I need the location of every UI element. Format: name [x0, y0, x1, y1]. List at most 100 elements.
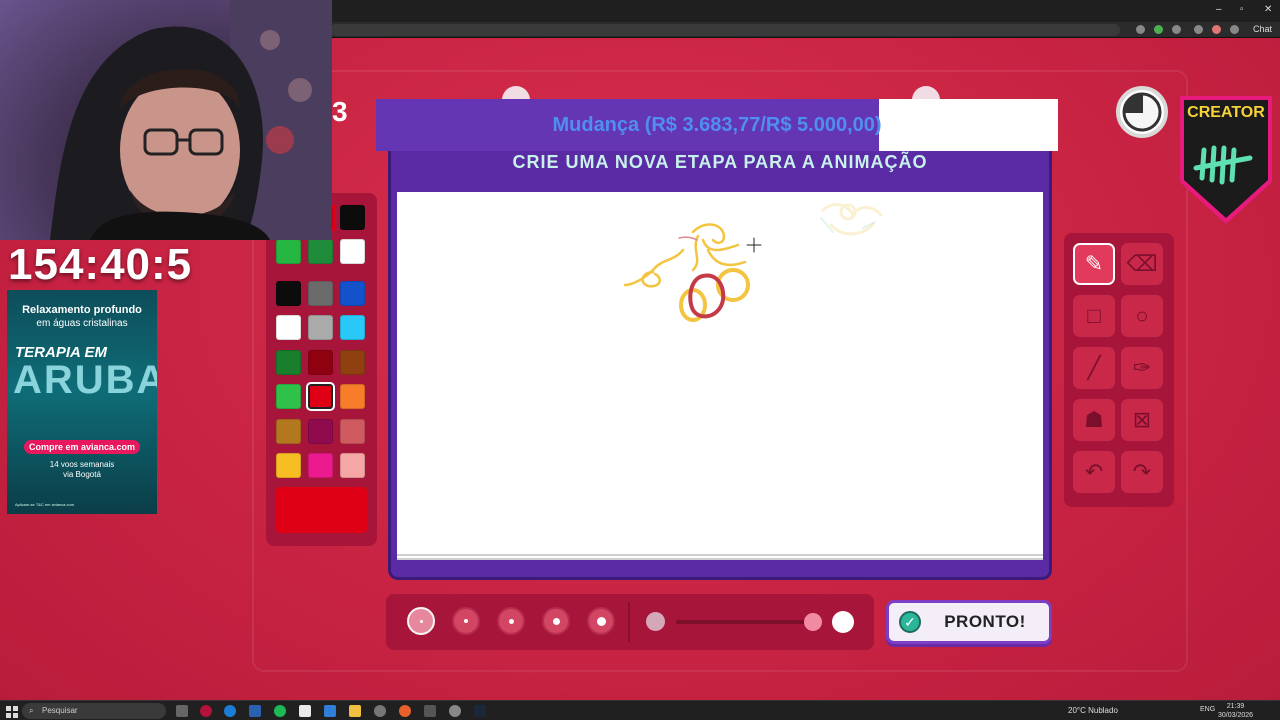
ad-fine-print: Aplicam-se T&C em avianca.com	[15, 502, 75, 507]
player-number: 3	[332, 96, 348, 127]
color-swatch[interactable]	[276, 280, 301, 306]
current-color-preview	[276, 487, 367, 533]
ready-button[interactable]: ✓ PRONTO!	[886, 600, 1052, 644]
tools-panel: ✎ ⌫ □ ○ ╱ ✑ ☗ ⊠ ↶ ↷	[1064, 233, 1174, 507]
brush-dot-icon	[464, 619, 468, 623]
round-timer-icon	[1116, 86, 1168, 138]
minimize-button[interactable]: –	[1216, 4, 1222, 15]
refresh-icon[interactable]	[1172, 25, 1181, 34]
language-indicator[interactable]: ENG	[1200, 706, 1215, 713]
undo-icon: ↶	[1084, 459, 1104, 484]
opacity-max-icon	[832, 611, 854, 633]
ad-cta-button[interactable]: Compre em avianca.com	[24, 440, 140, 454]
rectangle-tool[interactable]: □	[1073, 295, 1115, 337]
extension-icon[interactable]	[1154, 25, 1163, 34]
color-swatch[interactable]	[308, 453, 333, 478]
folder-icon[interactable]	[349, 705, 361, 717]
ad-banner[interactable]: Relaxamento profundo em águas cristalina…	[7, 290, 157, 514]
opacity-slider-handle[interactable]	[804, 613, 822, 631]
color-swatch[interactable]	[276, 315, 301, 340]
brush-size-l[interactable]	[542, 607, 570, 635]
bookmark-icon[interactable]	[1194, 25, 1203, 34]
clock-date: 30/03/2026	[1218, 712, 1254, 719]
address-bar[interactable]	[330, 24, 1120, 36]
weather-widget[interactable]: 20°C Nublado	[1068, 706, 1118, 715]
line-tool[interactable]: ╱	[1073, 347, 1115, 389]
redo-tool[interactable]: ↷	[1121, 451, 1163, 493]
app-icon-2[interactable]	[449, 705, 461, 717]
webcam-feed	[0, 0, 332, 240]
ad-subhead: em águas cristalinas	[36, 318, 128, 329]
color-swatch[interactable]	[276, 418, 301, 444]
ad-title-line-2: ARUBA	[13, 358, 157, 402]
search-icon: ⌕	[29, 706, 34, 715]
color-swatch[interactable]	[340, 349, 365, 375]
steam-icon[interactable]	[474, 705, 486, 717]
color-swatch[interactable]	[340, 453, 365, 478]
windows-start-icon[interactable]	[6, 705, 18, 718]
drawing-canvas[interactable]	[397, 192, 1043, 560]
color-swatch[interactable]	[308, 349, 333, 375]
eyedropper-icon: ✑	[1132, 355, 1152, 380]
color-swatch[interactable]	[308, 280, 333, 306]
menu-icon[interactable]	[1230, 25, 1239, 34]
chat-button[interactable]: Chat	[1253, 24, 1272, 34]
opacity-slider[interactable]	[676, 620, 816, 624]
brush-size-xl[interactable]	[587, 607, 615, 635]
app-icon[interactable]	[299, 705, 311, 717]
color-swatch[interactable]	[308, 315, 333, 340]
spotify-icon[interactable]	[274, 705, 286, 717]
ellipse-tool[interactable]: ○	[1121, 295, 1163, 337]
clear-icon: ⊠	[1132, 407, 1152, 432]
color-swatch[interactable]	[340, 315, 365, 340]
color-swatch[interactable]	[308, 239, 333, 264]
maximize-button[interactable]: ▫	[1240, 4, 1244, 15]
browser-title-bar: – ▫ ✕	[330, 0, 1280, 22]
color-swatch[interactable]	[340, 280, 365, 306]
opacity-min-icon	[646, 612, 665, 631]
fill-tool[interactable]: ☗	[1073, 399, 1115, 441]
eraser-icon: ⌫	[1126, 251, 1158, 276]
taskbar-search[interactable]: ⌕ Pesquisar	[22, 703, 166, 719]
clear-tool[interactable]: ⊠	[1121, 399, 1163, 441]
color-swatch[interactable]	[276, 349, 301, 375]
star-icon[interactable]	[1136, 25, 1145, 34]
store-icon[interactable]	[249, 705, 261, 717]
pencil-tool[interactable]: ✎	[1073, 243, 1115, 285]
color-swatch[interactable]	[340, 418, 365, 444]
search-placeholder: Pesquisar	[42, 706, 78, 715]
color-swatch[interactable]	[308, 418, 333, 444]
brush-size-xs[interactable]	[407, 607, 435, 635]
eraser-tool[interactable]: ⌫	[1121, 243, 1163, 285]
firefox-icon[interactable]	[399, 705, 411, 717]
mail-icon[interactable]	[324, 705, 336, 717]
ellipse-icon: ○	[1135, 303, 1149, 328]
task-view-icon[interactable]	[176, 705, 188, 717]
brush-size-m[interactable]	[497, 607, 525, 635]
color-swatch[interactable]	[276, 384, 301, 409]
undo-tool[interactable]: ↶	[1073, 451, 1115, 493]
color-swatch[interactable]	[276, 453, 301, 478]
color-swatch[interactable]	[306, 382, 335, 411]
calculator-icon[interactable]	[424, 705, 436, 717]
profile-icon[interactable]	[1212, 25, 1221, 34]
line-icon: ╱	[1087, 355, 1101, 380]
creator-badge: CREATOR	[1176, 94, 1276, 226]
eyedropper-tool[interactable]: ✑	[1121, 347, 1163, 389]
color-swatch[interactable]	[340, 239, 365, 264]
color-swatch[interactable]	[340, 205, 365, 230]
brush-size-s[interactable]	[452, 607, 480, 635]
opera-icon[interactable]	[200, 705, 212, 717]
ad-note-line-2: via Bogotá	[63, 470, 101, 479]
divider	[628, 602, 630, 642]
brush-dot-icon	[552, 617, 560, 625]
pencil-icon: ✎	[1084, 251, 1104, 276]
taskbar: ⌕ Pesquisar 20°C Nublado ENG 21:39 30/03…	[0, 700, 1280, 720]
ready-button-label: PRONTO!	[944, 612, 1026, 631]
obs-icon[interactable]	[374, 705, 386, 717]
close-button[interactable]: ✕	[1264, 4, 1272, 15]
color-swatch[interactable]	[340, 384, 365, 409]
clock[interactable]: 21:39 30/03/2026	[1218, 702, 1253, 720]
edge-icon[interactable]	[224, 705, 236, 717]
color-swatch[interactable]	[276, 239, 301, 264]
